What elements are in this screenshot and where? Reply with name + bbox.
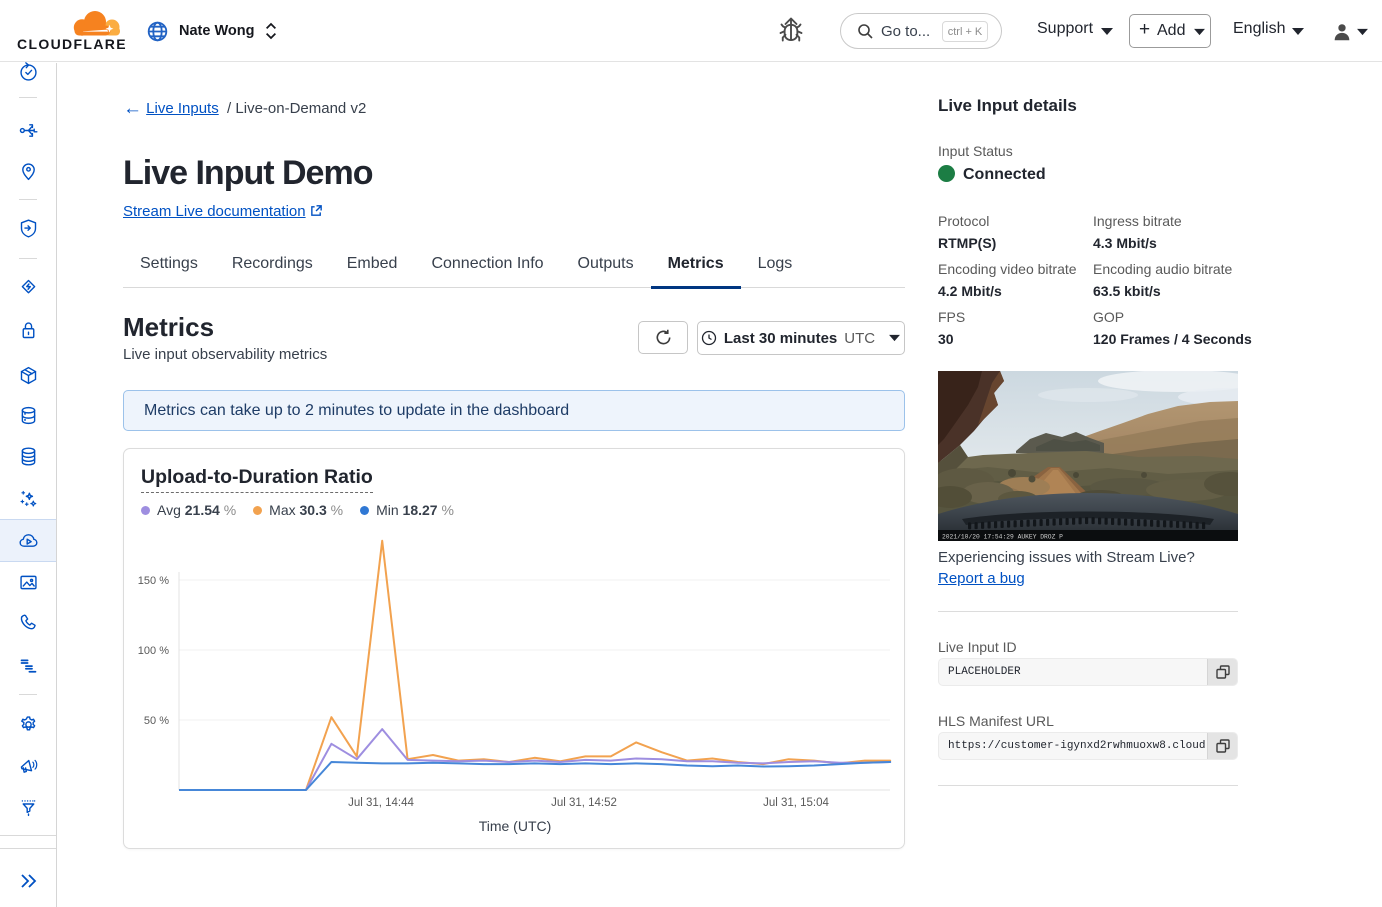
svg-text:2021/10/20 17:54:29 AUKEY DROZ: 2021/10/20 17:54:29 AUKEY DROZ P — [942, 534, 1063, 541]
svg-text:50 %: 50 % — [144, 715, 169, 727]
svg-text:100 %: 100 % — [138, 645, 169, 657]
svg-text:Jul 31, 15:04: Jul 31, 15:04 — [763, 797, 829, 809]
svg-text:Jul 31, 14:44: Jul 31, 14:44 — [348, 797, 414, 809]
svg-text:150 %: 150 % — [138, 575, 169, 587]
svg-text:Jul 31, 14:52: Jul 31, 14:52 — [551, 797, 617, 809]
svg-text:Time (UTC): Time (UTC) — [479, 818, 552, 834]
